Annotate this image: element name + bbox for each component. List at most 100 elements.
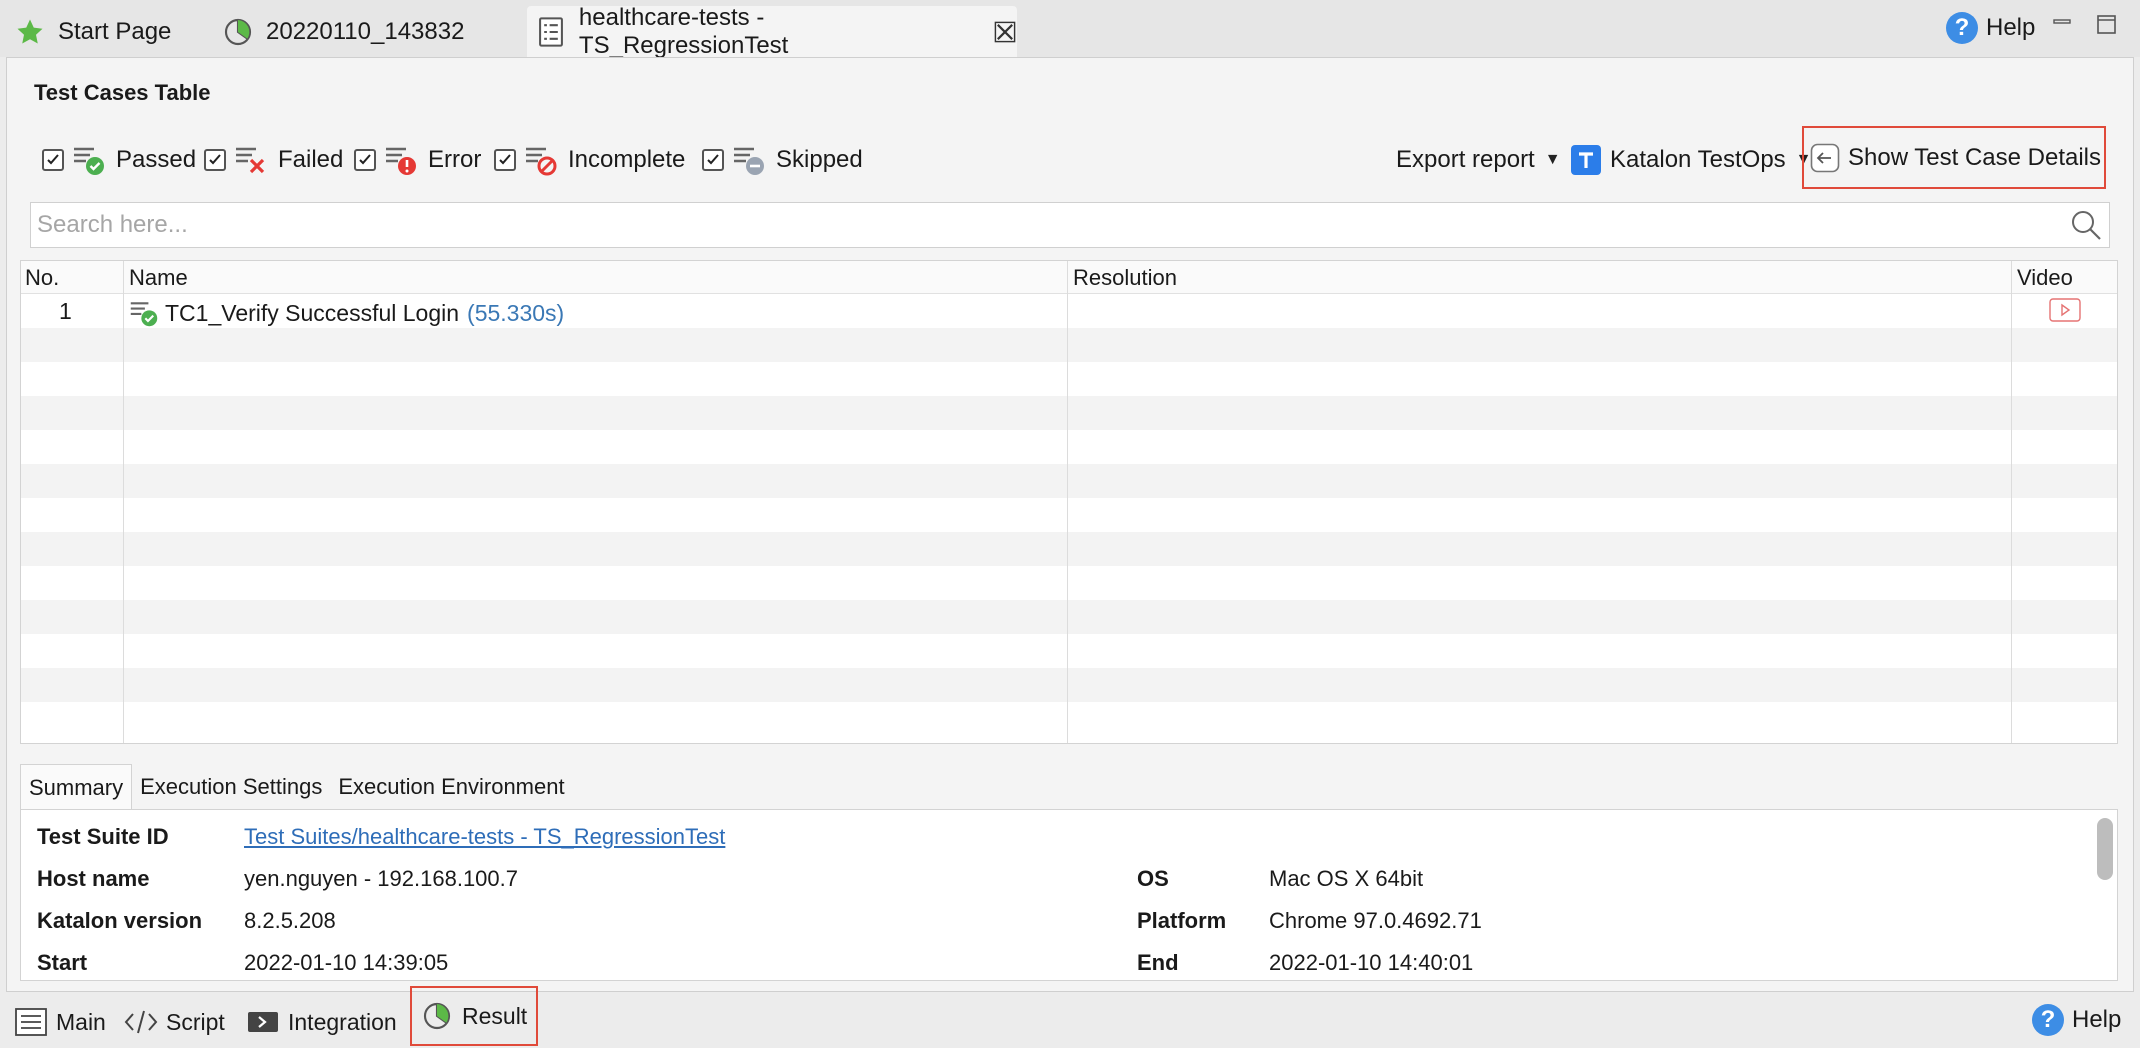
- close-icon[interactable]: [993, 20, 1017, 44]
- column-divider: [2011, 261, 2012, 743]
- start-value: 2022-01-10 14:39:05: [244, 950, 449, 975]
- filter-label: Error: [428, 146, 482, 173]
- column-header-resolution[interactable]: Resolution: [1073, 265, 1177, 291]
- table-row[interactable]: 1 TC1_Verify Successful Login (55.330s): [21, 294, 2117, 328]
- maximize-icon[interactable]: [2096, 14, 2118, 36]
- table-row-empty: [21, 702, 2117, 736]
- katalon-testops-icon: [1570, 144, 1602, 176]
- video-play-icon[interactable]: [2049, 298, 2081, 322]
- report-pie-icon: [222, 16, 254, 48]
- list-icon: [14, 1005, 48, 1039]
- table-header: No. Name Resolution Video: [21, 261, 2117, 294]
- test-suite-id-link[interactable]: Test Suites/healthcare-tests - TS_Regres…: [244, 824, 725, 850]
- tab-execution-settings[interactable]: Execution Settings: [132, 764, 330, 810]
- minimize-icon[interactable]: [2052, 14, 2072, 34]
- passed-status-icon: [72, 143, 106, 177]
- test-case-name[interactable]: TC1_Verify Successful Login: [165, 300, 459, 327]
- summary-scrollbar[interactable]: [2097, 818, 2113, 880]
- tab-label: healthcare-tests - TS_RegressionTest: [578, 3, 789, 59]
- filter-incomplete[interactable]: Incomplete: [494, 140, 685, 180]
- summary-panel: Test Suite ID Test Suites/healthcare-tes…: [20, 809, 2118, 981]
- filter-label: Skipped: [776, 146, 863, 173]
- table-row-empty: [21, 396, 2117, 430]
- arrow-left-icon: [1810, 143, 1840, 173]
- show-test-case-details-label: Show Test Case Details: [1848, 143, 2102, 171]
- export-report-label: Export report: [1396, 146, 1535, 173]
- bottom-tab-main[interactable]: Main: [14, 1000, 106, 1044]
- host-name-label: Host name: [37, 866, 150, 891]
- checkbox-failed[interactable]: [204, 149, 226, 171]
- os-label: OS: [1137, 866, 1169, 891]
- filter-label: Incomplete: [568, 146, 686, 173]
- tab-report-20220110[interactable]: 20220110_143832: [222, 6, 482, 57]
- help-button-top[interactable]: ? Help: [1946, 8, 2035, 48]
- table-row-empty: [21, 498, 2117, 532]
- skipped-status-icon: [732, 143, 766, 177]
- bottom-tab-script[interactable]: Script: [124, 1000, 225, 1044]
- checkbox-passed[interactable]: [42, 149, 64, 171]
- checkbox-incomplete[interactable]: [494, 149, 516, 171]
- bottom-tab-label: Script: [166, 1008, 225, 1035]
- filter-label: Failed: [278, 146, 344, 173]
- detail-tabs: Summary Execution Settings Execution Env…: [20, 764, 573, 810]
- table-row-empty: [21, 532, 2117, 566]
- table-row-empty: [21, 600, 2117, 634]
- host-name-value: yen.nguyen - 192.168.100.7: [244, 866, 519, 891]
- table-row-empty: [21, 328, 2117, 362]
- filter-skipped[interactable]: Skipped: [702, 140, 863, 180]
- start-label: Start: [37, 950, 88, 975]
- end-label: End: [1137, 950, 1179, 975]
- filter-passed[interactable]: Passed: [42, 140, 196, 180]
- table-row-empty: [21, 430, 2117, 464]
- cell-name: TC1_Verify Successful Login (55.330s): [129, 298, 564, 328]
- export-report-dropdown[interactable]: Export report ▼: [1396, 140, 1561, 180]
- search-box: [30, 202, 2110, 248]
- table-row-empty: [21, 668, 2117, 702]
- filter-error[interactable]: Error: [354, 140, 481, 180]
- bottom-tab-integration[interactable]: Integration: [246, 1000, 397, 1044]
- tab-test-suite[interactable]: healthcare-tests - TS_RegressionTest: [527, 3, 1017, 59]
- os-value: Mac OS X 64bit: [1269, 866, 1424, 891]
- test-case-duration: (55.330s): [467, 299, 565, 326]
- integration-icon: [246, 1005, 280, 1039]
- tab-label: Start Page: [58, 17, 172, 45]
- katalon-version-value: 8.2.5.208: [244, 908, 336, 933]
- bottom-tab-label: Main: [56, 1008, 106, 1035]
- column-header-name[interactable]: Name: [129, 265, 188, 291]
- checkbox-error[interactable]: [354, 149, 376, 171]
- column-header-no[interactable]: No.: [25, 265, 59, 291]
- tab-execution-environment[interactable]: Execution Environment: [330, 764, 572, 810]
- help-button-bottom[interactable]: ? Help: [2032, 1000, 2121, 1040]
- show-test-case-details-button[interactable]: Show Test Case Details: [1802, 126, 2106, 189]
- report-pie-icon: [420, 999, 454, 1033]
- table-row-empty: [21, 566, 2117, 600]
- test-cases-table: No. Name Resolution Video 1 TC1_Verify S…: [20, 260, 2118, 744]
- star-icon: [14, 16, 46, 48]
- bottom-tab-label: Integration: [288, 1008, 397, 1035]
- panel-title: Test Cases Table: [34, 80, 211, 105]
- help-icon: ?: [1946, 12, 1978, 44]
- help-icon: ?: [2032, 1004, 2064, 1036]
- katalon-testops-label: Katalon TestOps: [1610, 146, 1786, 173]
- bottom-tab-result[interactable]: Result: [410, 986, 538, 1046]
- search-input[interactable]: [31, 203, 2063, 247]
- help-label: Help: [1986, 14, 2036, 41]
- column-header-video[interactable]: Video: [2017, 265, 2073, 291]
- katalon-testops-dropdown[interactable]: Katalon TestOps ▼: [1570, 140, 1812, 180]
- tab-summary[interactable]: Summary: [20, 764, 133, 810]
- tab-start-page[interactable]: Start Page: [14, 6, 194, 57]
- code-icon: [124, 1005, 158, 1039]
- filter-failed[interactable]: Failed: [204, 140, 343, 180]
- test-suite-icon: [535, 16, 567, 48]
- cell-no: 1: [59, 298, 72, 324]
- end-value: 2022-01-10 14:40:01: [1269, 950, 1474, 975]
- search-icon[interactable]: [2063, 202, 2109, 248]
- error-status-icon: [384, 143, 418, 177]
- passed-status-icon: [129, 298, 159, 328]
- failed-status-icon: [234, 143, 268, 177]
- katalon-version-label: Katalon version: [37, 908, 203, 933]
- table-row-empty: [21, 464, 2117, 498]
- test-suite-id-label: Test Suite ID: [37, 824, 169, 849]
- table-row-empty: [21, 362, 2117, 396]
- checkbox-skipped[interactable]: [702, 149, 724, 171]
